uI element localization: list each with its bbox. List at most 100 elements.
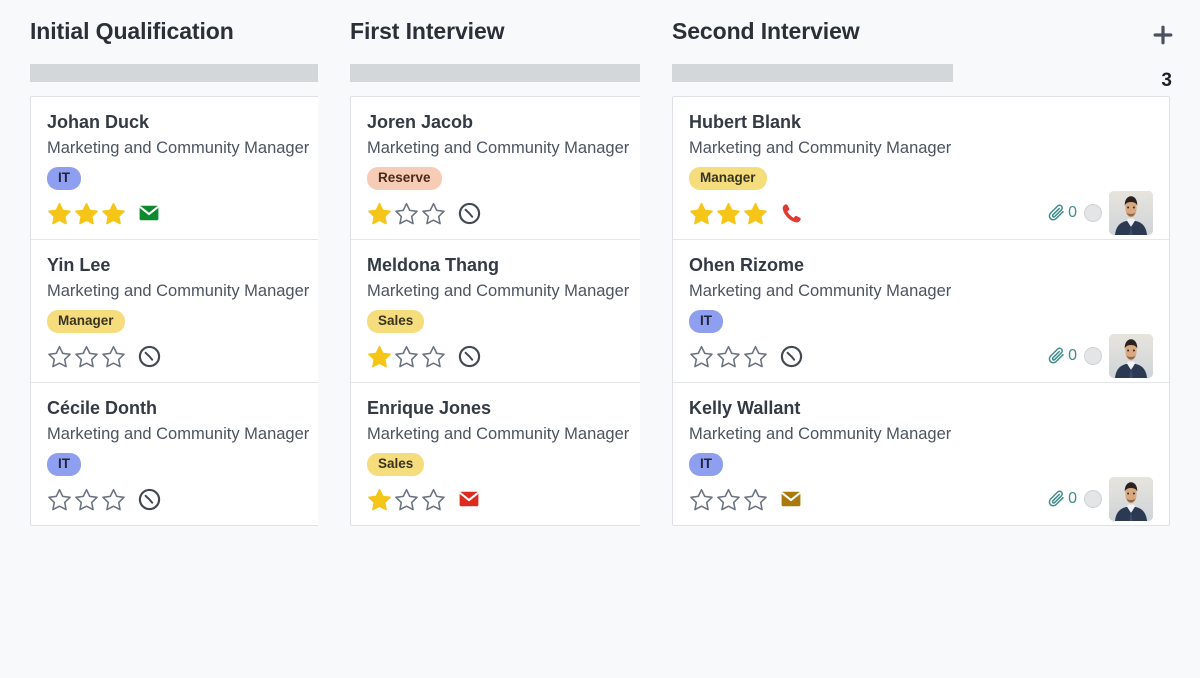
mail-icon-red[interactable] <box>457 487 481 511</box>
attachment-count[interactable]: 0 <box>1047 203 1077 223</box>
kanban-card[interactable]: Meldona Thang Marketing and Community Man… <box>351 240 640 384</box>
column-progress[interactable] <box>642 62 1200 84</box>
mail-icon-gold[interactable] <box>779 487 803 511</box>
star-empty-icon[interactable] <box>394 201 419 226</box>
star-filled-icon[interactable] <box>101 201 126 226</box>
avatar[interactable] <box>1109 334 1153 379</box>
kanban-card[interactable]: Johan Duck Marketing and Community Manage… <box>31 97 318 241</box>
status-dot[interactable] <box>1084 204 1102 223</box>
card-job-title: Marketing and Community Manager <box>689 281 952 300</box>
star-empty-icon[interactable] <box>421 487 446 512</box>
kanban-column-second-interview[interactable]: Second Interview Hubert Blank Marketing a… <box>642 0 1200 678</box>
priority-stars[interactable] <box>367 487 446 512</box>
star-empty-icon[interactable] <box>421 344 446 369</box>
avatar[interactable] <box>1109 477 1153 522</box>
activity-status-icon[interactable] <box>457 487 481 511</box>
progress-bar-fill <box>30 64 318 82</box>
kanban-card[interactable]: Ohen Rizome Marketing and Community Manag… <box>673 240 1169 384</box>
attachment-count[interactable]: 0 <box>1047 346 1077 366</box>
star-empty-icon[interactable] <box>716 487 741 512</box>
priority-stars[interactable] <box>367 344 446 369</box>
activity-status-icon[interactable] <box>779 344 804 369</box>
card-footer-right: 0 <box>1047 191 1153 236</box>
clock-icon[interactable] <box>779 344 804 369</box>
activity-status-icon[interactable] <box>137 487 162 512</box>
priority-stars[interactable] <box>367 201 446 226</box>
activity-status-icon[interactable] <box>137 344 162 369</box>
status-dot[interactable] <box>1084 490 1102 509</box>
card-tag[interactable]: IT <box>689 453 723 477</box>
priority-stars[interactable] <box>689 487 768 512</box>
card-tag[interactable]: Reserve <box>367 166 442 191</box>
star-empty-icon[interactable] <box>74 344 99 369</box>
card-tag[interactable]: IT <box>689 310 723 334</box>
status-dot[interactable] <box>1084 347 1102 366</box>
star-filled-icon[interactable] <box>367 201 392 226</box>
paperclip-icon[interactable] <box>1047 346 1067 366</box>
activity-status-icon[interactable] <box>457 201 482 226</box>
paperclip-icon[interactable] <box>1047 489 1067 509</box>
star-empty-icon[interactable] <box>394 344 419 369</box>
card-footer <box>47 199 318 227</box>
avatar[interactable] <box>1109 191 1153 236</box>
priority-stars[interactable] <box>47 487 126 512</box>
star-filled-icon[interactable] <box>367 344 392 369</box>
card-tag[interactable]: Sales <box>367 453 425 477</box>
kanban-card[interactable]: Enrique Jones Marketing and Community Man… <box>351 383 640 526</box>
card-candidate-name: Hubert Blank <box>689 112 802 132</box>
star-empty-icon[interactable] <box>101 344 126 369</box>
activity-status-icon[interactable] <box>779 201 804 226</box>
card-footer: 0 <box>689 191 1153 236</box>
priority-stars[interactable] <box>47 201 126 226</box>
column-progress[interactable] <box>320 62 640 84</box>
priority-stars[interactable] <box>47 344 126 369</box>
clock-icon[interactable] <box>137 487 162 512</box>
kanban-board: Initial Qualification Johan Duck Marketin… <box>0 0 1200 678</box>
star-filled-icon[interactable] <box>74 201 99 226</box>
star-filled-icon[interactable] <box>367 487 392 512</box>
star-empty-icon[interactable] <box>101 487 126 512</box>
star-empty-icon[interactable] <box>716 344 741 369</box>
kanban-card[interactable]: Cécile Donth Marketing and Community Mana… <box>31 383 318 526</box>
activity-status-icon[interactable] <box>137 201 161 225</box>
clock-icon[interactable] <box>457 344 482 369</box>
star-empty-icon[interactable] <box>394 487 419 512</box>
kanban-card[interactable]: Kelly Wallant Marketing and Community Man… <box>673 383 1169 526</box>
attachment-count[interactable]: 0 <box>1047 489 1077 509</box>
star-empty-icon[interactable] <box>743 487 768 512</box>
kanban-card[interactable]: Hubert Blank Marketing and Community Mana… <box>673 97 1169 241</box>
star-empty-icon[interactable] <box>421 201 446 226</box>
star-empty-icon[interactable] <box>47 487 72 512</box>
phone-icon[interactable] <box>779 201 804 226</box>
card-footer <box>47 485 318 513</box>
kanban-column-first-interview[interactable]: First Interview Joren Jacob Marketing and… <box>320 0 640 678</box>
kanban-column-initial-qualification[interactable]: Initial Qualification Johan Duck Marketin… <box>0 0 318 678</box>
priority-stars[interactable] <box>689 344 768 369</box>
priority-stars[interactable] <box>689 201 768 226</box>
card-tag[interactable]: IT <box>47 453 81 477</box>
mail-icon-green[interactable] <box>137 201 161 225</box>
column-progress[interactable] <box>0 62 318 84</box>
star-empty-icon[interactable] <box>47 344 72 369</box>
activity-status-icon[interactable] <box>457 344 482 369</box>
star-empty-icon[interactable] <box>743 344 768 369</box>
clock-icon[interactable] <box>137 344 162 369</box>
star-filled-icon[interactable] <box>689 201 714 226</box>
star-empty-icon[interactable] <box>689 344 714 369</box>
kanban-card[interactable]: Yin Lee Marketing and Community Manager Ma… <box>31 240 318 384</box>
card-tag[interactable]: IT <box>47 166 81 191</box>
paperclip-icon[interactable] <box>1047 203 1067 223</box>
card-tag[interactable]: Sales <box>367 310 425 334</box>
kanban-card[interactable]: Joren Jacob Marketing and Community Manag… <box>351 97 640 241</box>
star-filled-icon[interactable] <box>743 201 768 226</box>
star-filled-icon[interactable] <box>47 201 72 226</box>
star-filled-icon[interactable] <box>716 201 741 226</box>
card-tag[interactable]: Manager <box>47 310 125 334</box>
clock-icon[interactable] <box>457 201 482 226</box>
attachment-count-value: 0 <box>1068 347 1077 365</box>
add-column-button[interactable] <box>1150 22 1176 48</box>
star-empty-icon[interactable] <box>74 487 99 512</box>
star-empty-icon[interactable] <box>689 487 714 512</box>
card-tag[interactable]: Manager <box>689 166 767 191</box>
activity-status-icon[interactable] <box>779 487 803 511</box>
